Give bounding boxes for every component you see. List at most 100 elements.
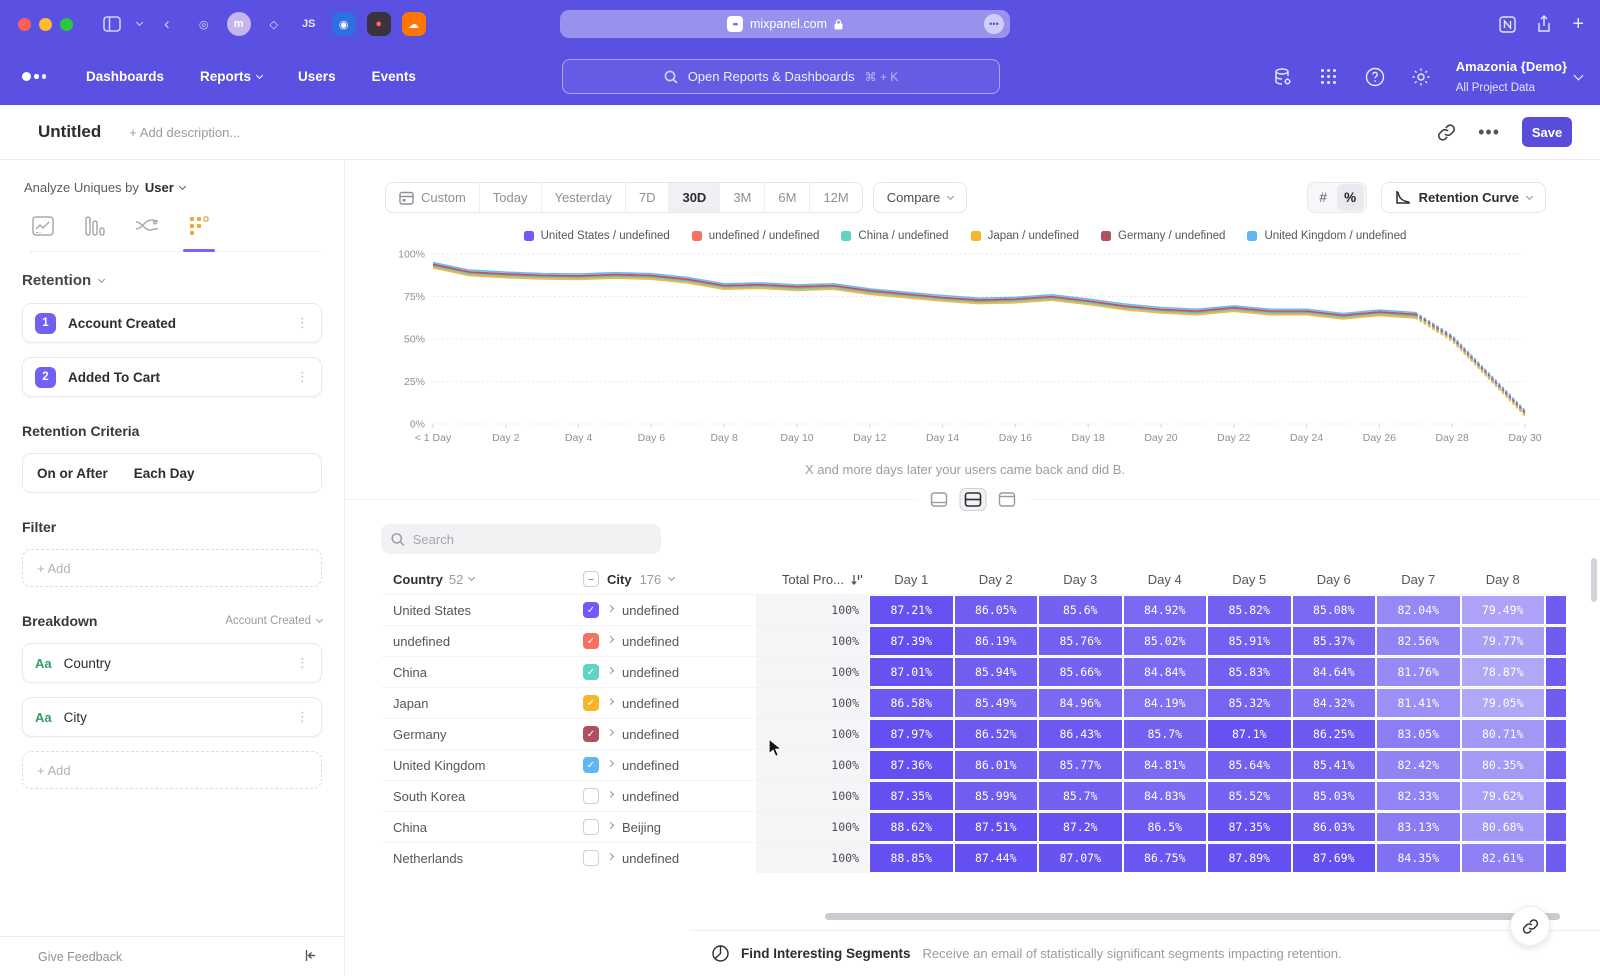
day-column-header[interactable]: Day 6 bbox=[1292, 572, 1377, 587]
percent-toggle[interactable]: % bbox=[1337, 184, 1364, 211]
minimize-window-icon[interactable] bbox=[39, 18, 52, 31]
expand-chevron-icon[interactable] bbox=[607, 822, 614, 829]
range-7d[interactable]: 7D bbox=[625, 183, 669, 212]
row-checkbox[interactable]: ✓ bbox=[583, 633, 599, 649]
project-switcher[interactable]: Amazonia {Demo} All Project Data bbox=[1456, 57, 1582, 97]
global-search[interactable]: Open Reports & Dashboards ⌘ + K bbox=[562, 59, 1000, 94]
legend-item[interactable]: United States / undefined bbox=[524, 230, 670, 242]
copy-link-icon[interactable] bbox=[1437, 123, 1456, 142]
nav-link-dashboards[interactable]: Dashboards bbox=[86, 69, 164, 84]
row-checkbox[interactable]: ✓ bbox=[583, 664, 599, 680]
back-icon[interactable]: ‹ bbox=[164, 14, 170, 34]
compare-button[interactable]: Compare bbox=[873, 182, 967, 213]
chart-type-selector[interactable]: Retention Curve bbox=[1381, 182, 1546, 213]
apps-grid-icon[interactable] bbox=[1318, 66, 1340, 88]
tab-bird-icon[interactable]: ◉ bbox=[332, 12, 356, 36]
criteria-interval[interactable]: Each Day bbox=[134, 466, 195, 481]
tab-cube-icon[interactable]: ◇ bbox=[262, 12, 286, 36]
criteria-mode[interactable]: On or After bbox=[37, 466, 108, 481]
breakdown-event-selector[interactable]: Account Created bbox=[225, 615, 322, 627]
give-feedback-link[interactable]: Give Feedback bbox=[38, 950, 122, 964]
window-controls[interactable] bbox=[18, 18, 73, 31]
add-breakdown-button[interactable]: + Add bbox=[22, 751, 322, 789]
range-6m[interactable]: 6M bbox=[764, 183, 809, 212]
tab-m-avatar-icon[interactable]: m bbox=[227, 12, 251, 36]
range-custom[interactable]: Custom bbox=[386, 183, 479, 212]
legend-item[interactable]: China / undefined bbox=[841, 230, 948, 242]
row-checkbox[interactable]: ✓ bbox=[583, 602, 599, 618]
expand-chevron-icon[interactable] bbox=[607, 853, 614, 860]
add-description[interactable]: + Add description... bbox=[129, 125, 240, 140]
kebab-menu-icon[interactable]: ⋮ bbox=[296, 320, 309, 327]
mixpanel-logo[interactable] bbox=[22, 72, 46, 81]
breakdown-card-country[interactable]: Aa Country ⋮ bbox=[22, 643, 322, 683]
find-segments-title[interactable]: Find Interesting Segments bbox=[741, 946, 911, 961]
data-management-icon[interactable] bbox=[1272, 66, 1294, 88]
add-filter-button[interactable]: + Add bbox=[22, 549, 322, 587]
range-30d[interactable]: 30D bbox=[668, 183, 719, 212]
close-window-icon[interactable] bbox=[18, 18, 31, 31]
expand-chevron-icon[interactable] bbox=[607, 791, 614, 798]
country-column-header[interactable]: Country 52 bbox=[381, 572, 581, 587]
tab-oneup-icon[interactable]: ◎ bbox=[192, 12, 216, 36]
table-only-view-icon[interactable] bbox=[993, 488, 1020, 511]
row-checkbox[interactable] bbox=[583, 850, 599, 866]
analyze-value[interactable]: User bbox=[145, 180, 174, 195]
day-column-header[interactable]: Day 3 bbox=[1038, 572, 1123, 587]
row-checkbox[interactable]: ✓ bbox=[583, 726, 599, 742]
legend-item[interactable]: United Kingdom / undefined bbox=[1247, 230, 1406, 242]
nav-link-events[interactable]: Events bbox=[372, 69, 416, 84]
tab-js-icon[interactable]: JS bbox=[297, 12, 321, 36]
range-today[interactable]: Today bbox=[479, 183, 541, 212]
share-link-fab[interactable] bbox=[1510, 906, 1550, 946]
legend-item[interactable]: Japan / undefined bbox=[971, 230, 1079, 242]
notion-icon[interactable] bbox=[1499, 16, 1516, 33]
nav-link-reports[interactable]: Reports bbox=[200, 69, 262, 84]
address-bar[interactable]: •• mixpanel.com ••• bbox=[560, 10, 1010, 38]
day-column-header[interactable]: Day 5 bbox=[1207, 572, 1292, 587]
help-icon[interactable] bbox=[1364, 66, 1386, 88]
more-actions[interactable]: ••• bbox=[1478, 122, 1500, 143]
row-checkbox[interactable] bbox=[583, 819, 599, 835]
row-checkbox[interactable] bbox=[583, 788, 599, 804]
expand-chevron-icon[interactable] bbox=[607, 698, 614, 705]
maximize-window-icon[interactable] bbox=[60, 18, 73, 31]
tab-retention[interactable] bbox=[186, 213, 212, 239]
breakdown-card-city[interactable]: Aa City ⋮ bbox=[22, 697, 322, 737]
expand-chevron-icon[interactable] bbox=[607, 667, 614, 674]
day-column-header[interactable]: Day 7 bbox=[1376, 572, 1461, 587]
horizontal-scrollbar[interactable] bbox=[825, 913, 1560, 920]
day-column-header[interactable]: Day 4 bbox=[1123, 572, 1208, 587]
day-column-header[interactable]: Day 8 bbox=[1461, 572, 1546, 587]
report-title[interactable]: Untitled bbox=[38, 122, 101, 142]
chart-only-view-icon[interactable] bbox=[925, 488, 952, 511]
chevron-down-icon[interactable] bbox=[137, 23, 142, 25]
city-column-header[interactable]: – City 176 bbox=[581, 571, 756, 587]
share-icon[interactable] bbox=[1536, 15, 1552, 33]
new-tab-icon[interactable]: + bbox=[1572, 13, 1584, 36]
row-checkbox[interactable]: ✓ bbox=[583, 695, 599, 711]
tab-insights[interactable] bbox=[30, 213, 56, 239]
split-view-icon[interactable] bbox=[959, 488, 986, 511]
collapse-sidebar-icon[interactable] bbox=[303, 948, 318, 966]
expand-chevron-icon[interactable] bbox=[607, 605, 614, 612]
legend-item[interactable]: undefined / undefined bbox=[692, 230, 820, 242]
step-card-2[interactable]: 2 Added To Cart ⋮ bbox=[22, 357, 322, 397]
nav-link-users[interactable]: Users bbox=[298, 69, 336, 84]
select-all-checkbox[interactable]: – bbox=[583, 571, 599, 587]
table-search-input[interactable] bbox=[413, 532, 651, 547]
total-column-header[interactable]: Total Pro... bbox=[756, 572, 869, 587]
expand-chevron-icon[interactable] bbox=[607, 636, 614, 643]
tab-patreon-icon[interactable]: ● bbox=[367, 12, 391, 36]
value-format-toggle[interactable]: # % bbox=[1307, 182, 1367, 213]
kebab-menu-icon[interactable]: ⋮ bbox=[296, 660, 309, 667]
tab-soundcloud-icon[interactable]: ☁ bbox=[402, 12, 426, 36]
range-12m[interactable]: 12M bbox=[809, 183, 861, 212]
kebab-menu-icon[interactable]: ⋮ bbox=[296, 714, 309, 721]
tab-funnels[interactable] bbox=[82, 213, 108, 239]
range-3m[interactable]: 3M bbox=[719, 183, 764, 212]
kebab-menu-icon[interactable]: ⋮ bbox=[296, 374, 309, 381]
chevron-down-icon[interactable] bbox=[98, 275, 105, 282]
row-checkbox[interactable]: ✓ bbox=[583, 757, 599, 773]
expand-chevron-icon[interactable] bbox=[607, 729, 614, 736]
